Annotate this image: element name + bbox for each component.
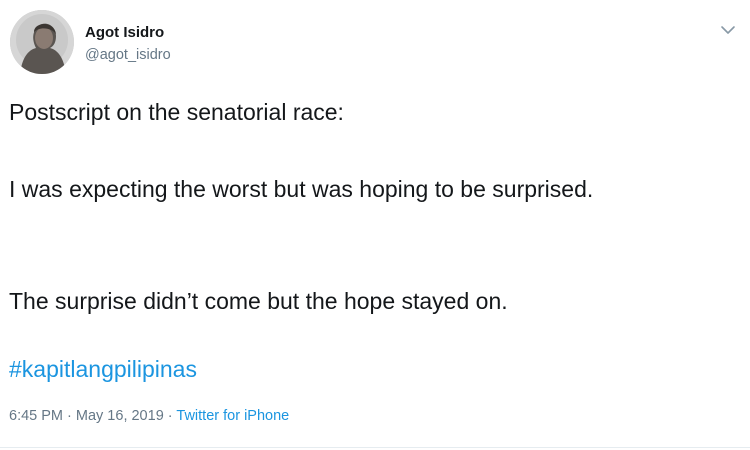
tweet-text-line-2: I was expecting the worst but was hoping…: [9, 176, 594, 202]
meta-separator: ·: [163, 408, 177, 424]
tweet-card: Agot Isidro @agot_isidro Postscript on t…: [0, 0, 750, 450]
chevron-down-icon[interactable]: [718, 20, 738, 40]
tweet-text-line-1: Postscript on the senatorial race:: [9, 99, 344, 125]
avatar[interactable]: [10, 10, 74, 74]
meta-separator: ·: [63, 408, 76, 424]
user-display-name[interactable]: Agot Isidro: [85, 24, 164, 41]
tweet-meta: 6:45 PM · May 16, 2019 · Twitter for iPh…: [9, 408, 289, 424]
tweet-source-link[interactable]: Twitter for iPhone: [176, 408, 289, 424]
user-handle[interactable]: @agot_isidro: [85, 47, 171, 63]
tweet-text-line-3: The surprise didn’t come but the hope st…: [9, 288, 508, 314]
avatar-image: [10, 10, 74, 74]
hashtag-link[interactable]: #kapitlangpilipinas: [9, 352, 197, 386]
divider: [0, 447, 750, 448]
tweet-time[interactable]: 6:45 PM: [9, 408, 63, 424]
tweet-date[interactable]: May 16, 2019: [76, 408, 164, 424]
